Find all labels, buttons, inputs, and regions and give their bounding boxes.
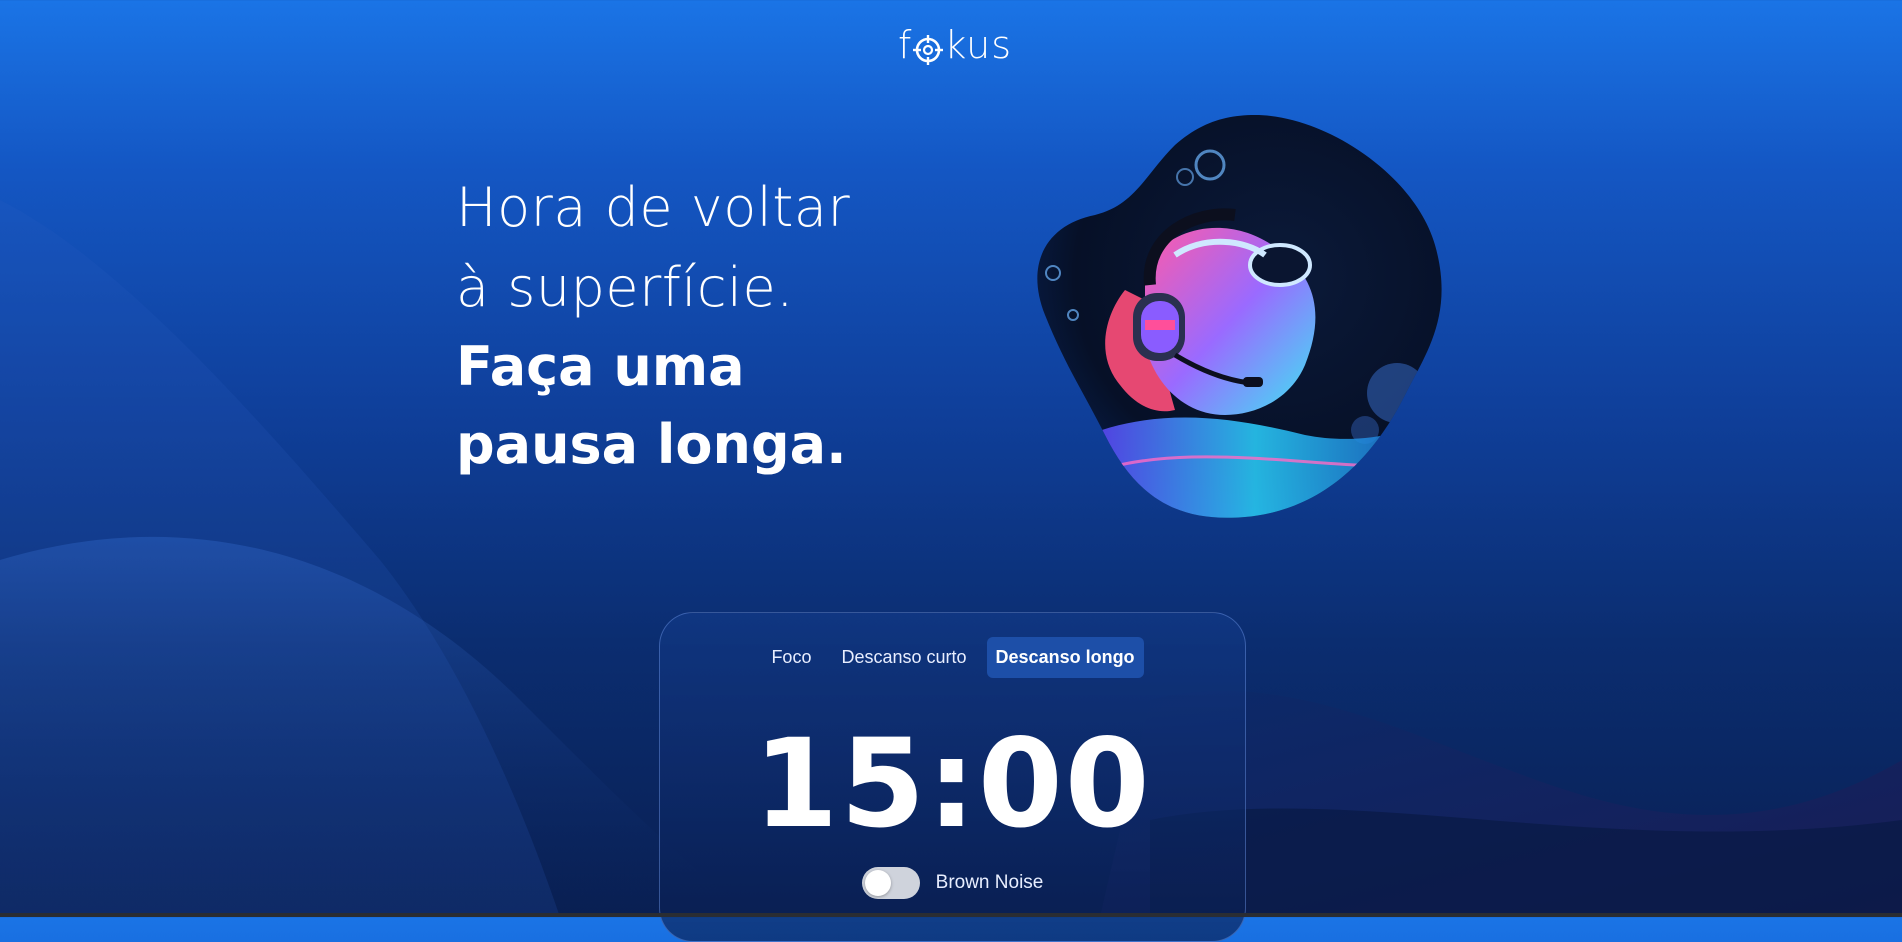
hero-heading: Hora de voltar à superfície. Faça uma pa… [456, 168, 936, 484]
window-bottom-edge [0, 913, 1902, 917]
mode-tabs: Foco Descanso curto Descanso longo [660, 637, 1245, 678]
hero-strong-1: Faça uma [456, 335, 745, 398]
hero-line-2: à superfície. [456, 256, 794, 319]
hero-strong-2: pausa longa. [456, 413, 847, 476]
hero-image [1025, 115, 1445, 520]
app-logo[interactable]: f kus [885, 22, 1025, 68]
tab-foco[interactable]: Foco [761, 637, 821, 678]
tab-descanso-curto[interactable]: Descanso curto [831, 637, 976, 678]
tab-descanso-longo[interactable]: Descanso longo [986, 637, 1144, 678]
brown-noise-control: Brown Noise [660, 867, 1245, 899]
toggle-knob [864, 870, 891, 896]
diver-with-headphones-illustration [1037, 115, 1442, 518]
timer-display: 15:00 [753, 713, 1152, 855]
timer-card: Foco Descanso curto Descanso longo 15:00… [659, 612, 1246, 942]
target-icon [913, 30, 944, 65]
hero-line-1: Hora de voltar [456, 176, 851, 239]
brown-noise-label: Brown Noise [935, 872, 1044, 893]
logo-text-right: kus [944, 23, 1013, 67]
logo-text-left: f [897, 23, 913, 67]
brown-noise-toggle[interactable] [861, 867, 920, 899]
